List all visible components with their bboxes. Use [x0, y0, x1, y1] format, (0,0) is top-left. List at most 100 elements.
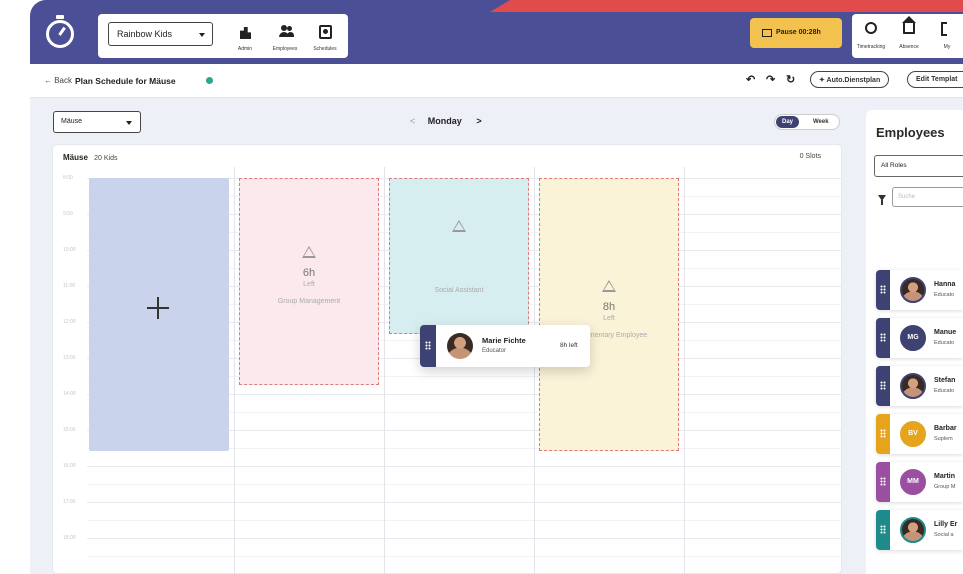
drag-handle[interactable]	[876, 270, 890, 310]
home-icon	[903, 22, 915, 34]
employee-role: Social a	[934, 532, 954, 538]
shift-role: Social Assistant	[434, 287, 484, 294]
employee-role: Educato	[934, 292, 955, 298]
top-bar: Rainbow Kids Admin Employees Schedules P…	[30, 0, 963, 64]
nav-schedules-label: Schedules	[313, 46, 337, 52]
panel-title: Employees	[876, 125, 945, 140]
grip-icon	[425, 341, 431, 350]
nav-my[interactable]: My	[928, 18, 963, 54]
column-divider	[234, 167, 235, 573]
grip-icon	[880, 525, 886, 534]
chevron-down-icon	[199, 33, 205, 37]
shift-slot[interactable]: 6h Left Group Management	[239, 178, 379, 385]
view-week-button[interactable]: Week	[807, 116, 835, 128]
prev-day-button[interactable]: <	[410, 116, 415, 126]
schedule-icon	[319, 25, 332, 39]
employee-role: Educato	[934, 388, 955, 394]
status-indicator	[206, 77, 213, 84]
view-day-button[interactable]: Day	[776, 116, 800, 128]
drag-handle[interactable]	[876, 366, 890, 406]
pause-icon	[762, 29, 772, 37]
avatar	[447, 333, 473, 359]
hour-line	[87, 502, 841, 503]
time-label: 8:00	[63, 175, 73, 181]
shift-slot-content: Social Assistant	[390, 219, 528, 294]
shift-slot[interactable]: 8h Left Suplementary Employee	[539, 178, 679, 451]
redo-icon[interactable]: ↷	[766, 75, 775, 86]
time-label: 16:00	[63, 463, 76, 469]
time-label: 11:00	[63, 283, 76, 289]
group-select[interactable]: Mäuse	[53, 111, 141, 133]
pause-button[interactable]: Pause 00:28h	[750, 18, 842, 48]
drag-handle[interactable]	[876, 318, 890, 358]
shift-slot[interactable]: Social Assistant	[389, 178, 529, 334]
filter-icon[interactable]	[878, 195, 886, 205]
dragged-employee-card[interactable]: Marie Fichte Educator 8h left	[420, 325, 590, 367]
half-hour-line	[87, 556, 841, 557]
header-accent	[490, 0, 963, 12]
time-label: 13:00	[63, 355, 76, 361]
nav-employees[interactable]: Employees	[265, 22, 305, 54]
drag-handle[interactable]	[876, 510, 890, 550]
employee-card[interactable]: Stefan Educato	[876, 366, 963, 406]
roles-select[interactable]: All Roles	[874, 155, 963, 177]
main-nav: Rainbow Kids Admin Employees Schedules	[98, 14, 348, 60]
add-shift-column[interactable]	[89, 178, 229, 451]
refresh-icon[interactable]: ↻	[786, 75, 795, 86]
group-header: Mäuse 20 Kids	[63, 153, 118, 162]
users-icon	[278, 25, 294, 39]
avatar	[900, 517, 926, 543]
time-label: 17:00	[63, 499, 76, 505]
employee-card[interactable]: BV Barbar Suplem	[876, 414, 963, 454]
shift-left-label: Left	[303, 281, 315, 288]
nav-absence[interactable]: Absence	[890, 18, 928, 54]
half-hour-line	[87, 520, 841, 521]
timer-icon	[865, 22, 877, 34]
view-toggle: Day Week	[774, 114, 840, 130]
organization-select[interactable]: Rainbow Kids	[108, 22, 213, 46]
avatar: BV	[900, 421, 926, 447]
grip-icon	[880, 333, 886, 342]
avatar	[900, 277, 926, 303]
app-window: Rainbow Kids Admin Employees Schedules P…	[30, 0, 963, 574]
grip-icon	[880, 381, 886, 390]
pause-label: Pause 00:28h	[776, 29, 821, 36]
plus-icon	[147, 297, 169, 319]
time-label: 10:00	[63, 247, 76, 253]
employee-name: Martin	[934, 473, 955, 480]
group-name: Mäuse	[63, 153, 88, 162]
drag-handle[interactable]	[876, 462, 890, 502]
nav-schedules[interactable]: Schedules	[305, 22, 345, 60]
search-input[interactable]: Suche	[892, 187, 963, 207]
time-label: 9:00	[63, 211, 73, 217]
time-label: 12:00	[63, 319, 76, 325]
employee-card[interactable]: Lilly Er Social a	[876, 510, 963, 550]
hour-line	[87, 538, 841, 539]
roles-select-value: All Roles	[881, 162, 907, 169]
nav-absence-label: Absence	[899, 44, 919, 50]
warning-icon	[452, 220, 466, 232]
app-logo-icon[interactable]	[46, 15, 74, 48]
edit-template-button[interactable]: Edit Templat	[907, 71, 963, 88]
employee-card[interactable]: Hanna Educato	[876, 270, 963, 310]
grip-icon	[880, 477, 886, 486]
nav-my-label: My	[943, 44, 951, 50]
group-select-value: Mäuse	[61, 118, 83, 125]
current-day: Monday	[427, 116, 462, 126]
employee-card[interactable]: MG Manue Educato	[876, 318, 963, 358]
profile-icon	[941, 22, 947, 36]
next-day-button[interactable]: >	[476, 116, 481, 126]
shift-hours: 8h	[602, 301, 616, 313]
back-link[interactable]: ← Back	[44, 76, 72, 85]
nav-timetracking[interactable]: Timetracking	[852, 18, 890, 54]
grip-icon	[880, 285, 886, 294]
sub-toolbar: ← Back Plan Schedule for Mäuse ↶ ↷ ↻ ✦ A…	[30, 64, 963, 98]
hours-left: 8h left	[560, 342, 578, 349]
kids-count: 20 Kids	[94, 155, 118, 162]
drag-handle[interactable]	[876, 414, 890, 454]
undo-icon[interactable]: ↶	[746, 75, 755, 86]
employee-card[interactable]: MM Martin Group M	[876, 462, 963, 502]
auto-plan-button[interactable]: ✦ Auto.Dienstplan	[810, 71, 890, 88]
drag-handle[interactable]	[420, 325, 436, 367]
nav-admin[interactable]: Admin	[225, 22, 265, 54]
